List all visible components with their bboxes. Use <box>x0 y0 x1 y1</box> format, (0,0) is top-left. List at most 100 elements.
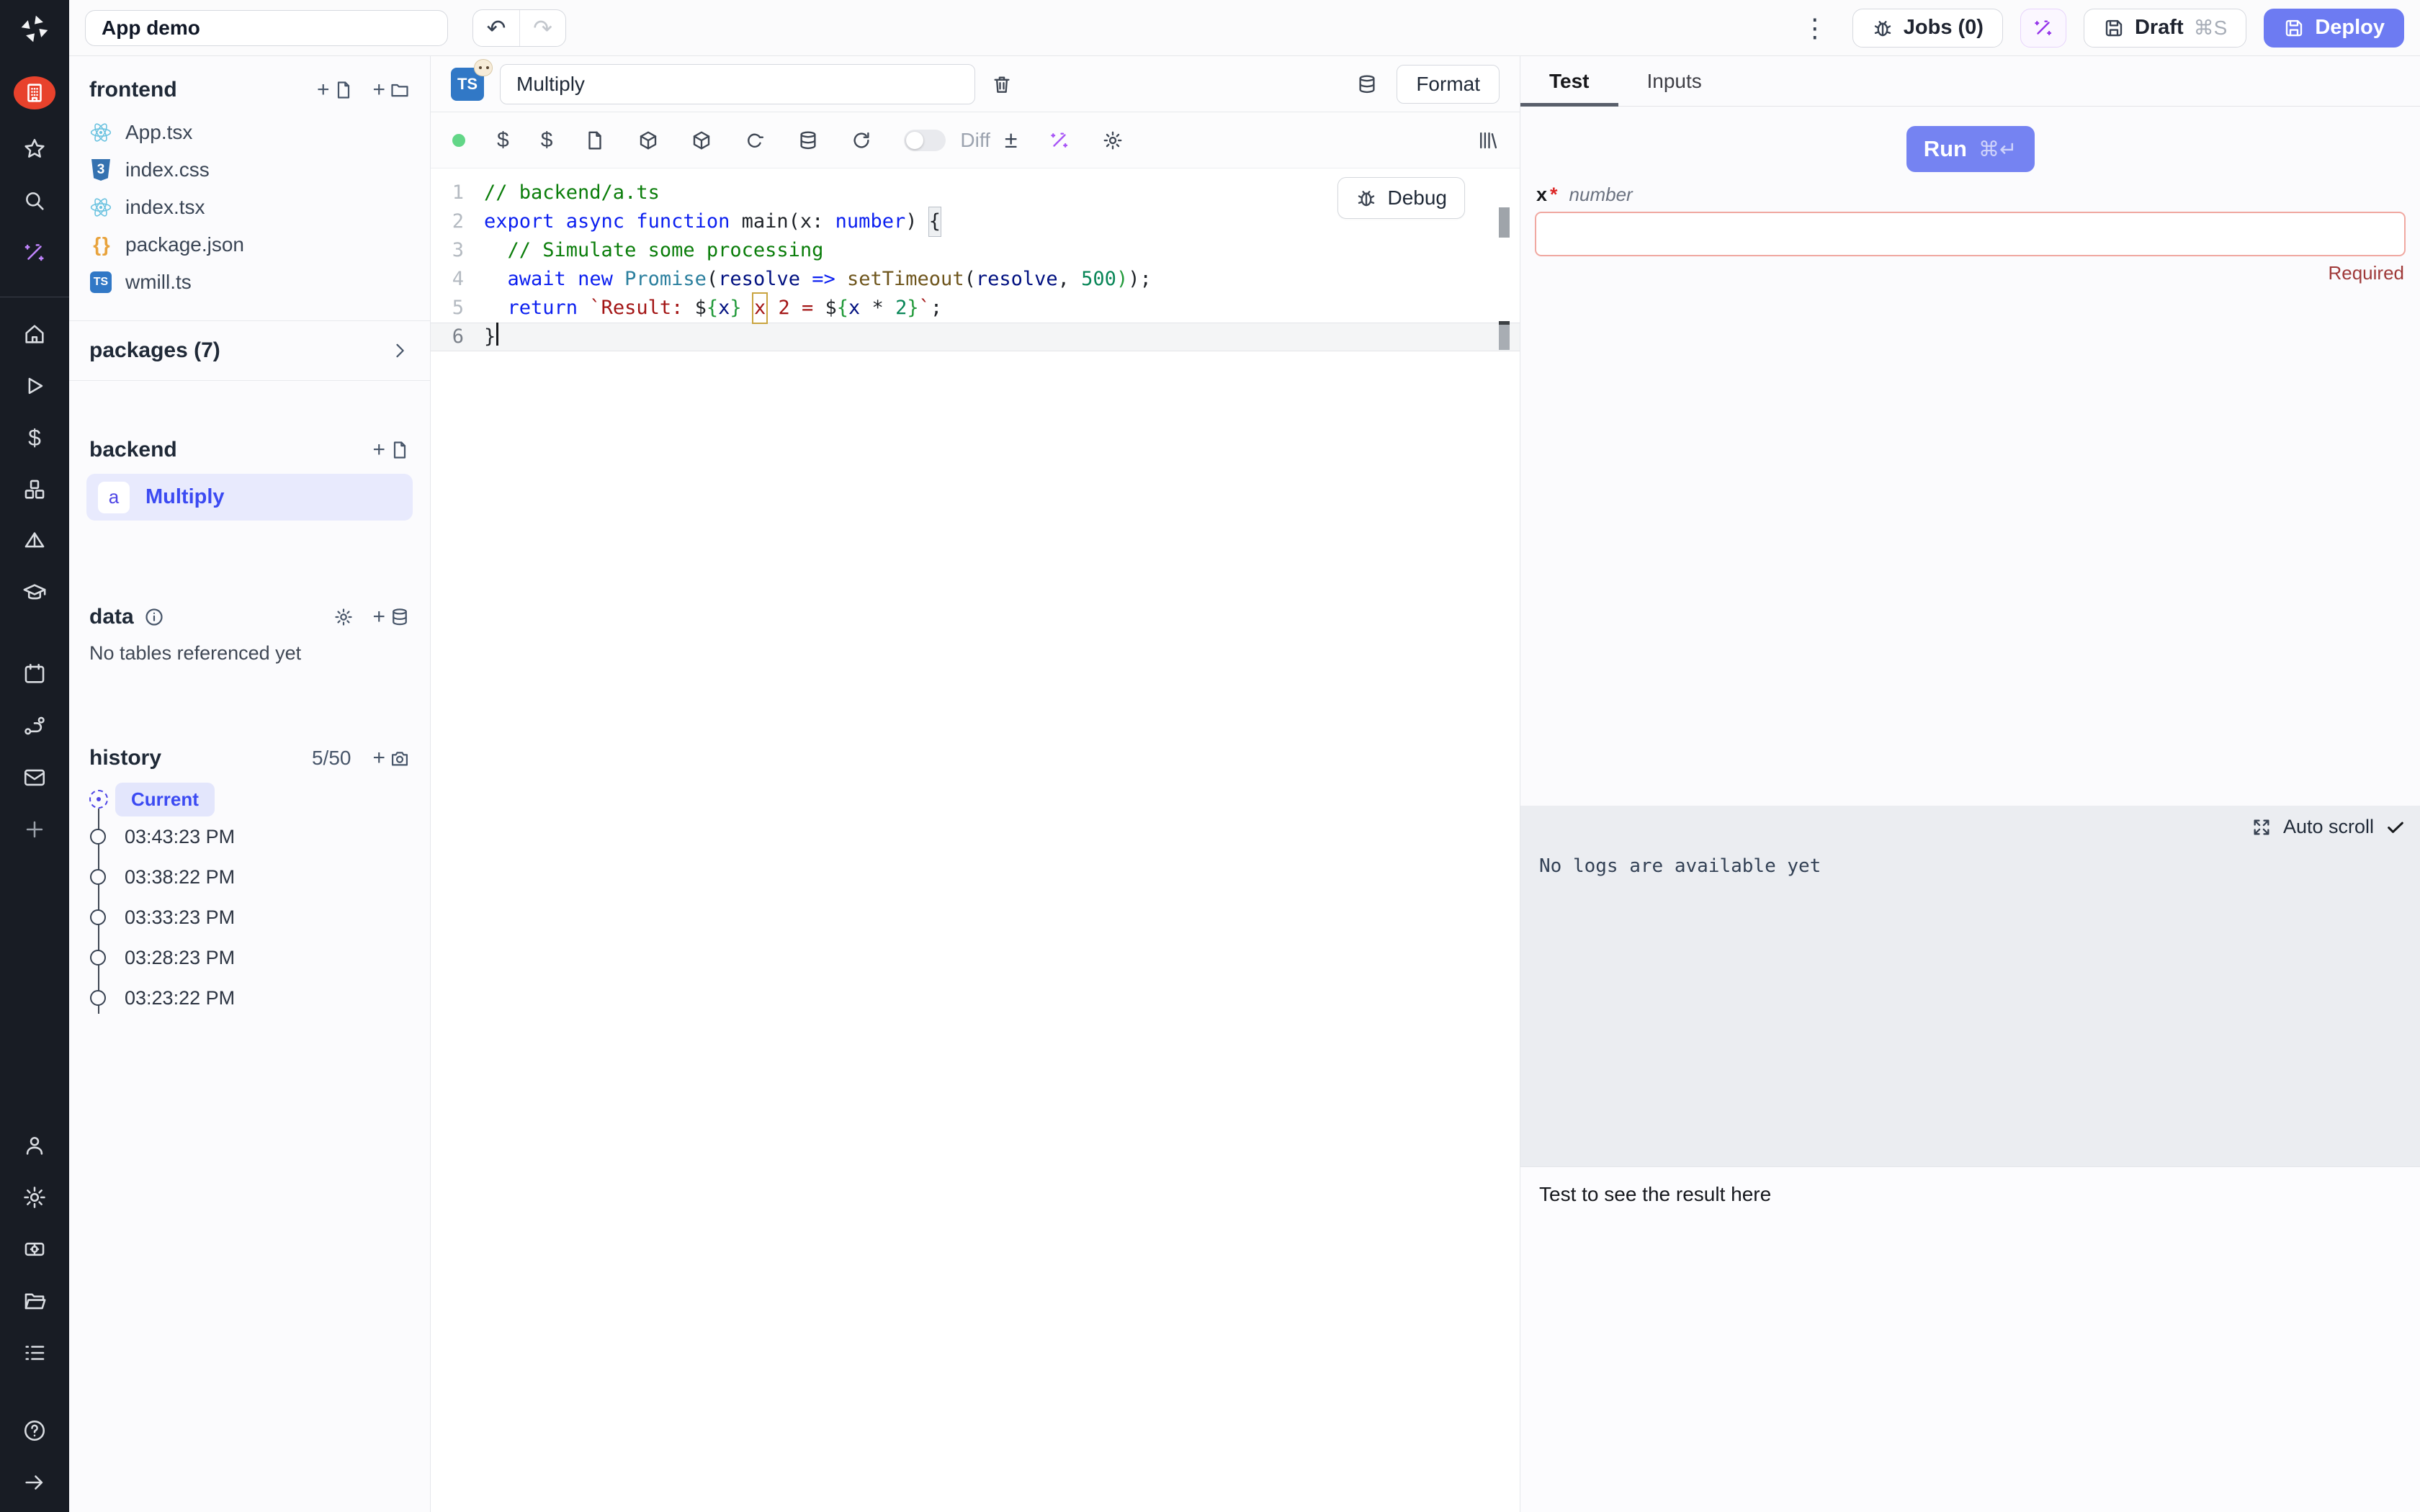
more-menu-icon[interactable]: ⋮ <box>1802 13 1828 43</box>
file-row-app-tsx[interactable]: App.tsx <box>69 114 430 151</box>
x-number-input[interactable] <box>1535 212 2406 256</box>
tab-inputs[interactable]: Inputs <box>1618 56 1731 106</box>
file-icon <box>333 80 354 100</box>
timeline-dot <box>90 829 106 845</box>
add-file-button[interactable]: + <box>317 78 354 102</box>
history-entry[interactable]: 03:33:23 PM <box>89 897 430 937</box>
add-plus-icon[interactable] <box>22 817 47 842</box>
settings-gear-icon[interactable] <box>22 1185 47 1210</box>
code-token <box>484 265 508 294</box>
ai-assistant-button[interactable] <box>2020 9 2066 48</box>
editor-scrollbar-thumb[interactable] <box>1499 207 1510 238</box>
workers-icon[interactable] <box>22 1237 47 1261</box>
react-icon <box>89 196 112 219</box>
format-button[interactable]: Format <box>1397 65 1500 104</box>
expand-rail-arrow-icon[interactable] <box>22 1470 47 1495</box>
file-row-index-css[interactable]: 3 index.css <box>69 151 430 189</box>
run-button[interactable]: Run ⌘↵ <box>1906 126 2035 172</box>
app-name-input[interactable] <box>85 10 448 46</box>
code-token: { <box>837 294 848 323</box>
schedules-calendar-icon[interactable] <box>22 662 47 686</box>
add-backend-script-button[interactable]: + <box>372 438 410 462</box>
mail-icon[interactable] <box>22 765 47 790</box>
plus-minus-icon[interactable]: ± <box>1005 127 1018 153</box>
history-current[interactable]: Current <box>115 783 215 816</box>
folders-icon[interactable] <box>22 1289 47 1313</box>
learn-cap-icon[interactable] <box>22 581 47 606</box>
script-name-input[interactable] <box>500 64 975 104</box>
jobs-button[interactable]: Jobs (0) <box>1852 9 2003 48</box>
ai-wand-icon[interactable] <box>1049 130 1070 151</box>
code-line[interactable]: 4 await new Promise(resolve => setTimeou… <box>431 265 1520 294</box>
logs-empty-message: No logs are available yet <box>1539 855 2420 877</box>
camera-icon <box>390 748 410 768</box>
resources-icon[interactable]: $ <box>541 128 553 153</box>
debug-button[interactable]: Debug <box>1337 177 1465 219</box>
undo-button[interactable]: ↶ <box>473 10 519 46</box>
tab-test[interactable]: Test <box>1520 56 1618 106</box>
editor-settings-gear-icon[interactable] <box>1102 130 1124 151</box>
autoscroll-check-icon[interactable] <box>2385 817 2406 837</box>
packages-row[interactable]: packages (7) <box>69 320 430 381</box>
file-icon[interactable] <box>584 130 606 151</box>
audit-list-icon[interactable] <box>22 1341 47 1365</box>
schema-database-icon[interactable] <box>1356 73 1378 95</box>
diff-toggle[interactable] <box>904 130 946 151</box>
save-icon <box>2103 17 2125 39</box>
script-name: Multiply <box>145 485 225 509</box>
backend-script-multiply[interactable]: a Multiply <box>86 474 413 521</box>
triggers-pyramid-icon[interactable] <box>22 529 47 554</box>
add-snapshot-button[interactable]: + <box>372 746 410 770</box>
favorites-star-icon[interactable] <box>22 137 47 161</box>
reload-c-icon[interactable] <box>744 130 766 151</box>
expand-logs-icon[interactable] <box>2251 817 2272 837</box>
search-icon[interactable] <box>22 189 47 213</box>
code-line[interactable]: 5 return `Result: ${x} x 2 = ${x * 2}`; <box>431 294 1520 323</box>
frontend-title: frontend <box>89 78 177 102</box>
add-table-button[interactable]: + <box>372 605 410 629</box>
library-icon[interactable] <box>1476 130 1498 151</box>
history-entry[interactable]: 03:38:22 PM <box>89 857 430 897</box>
windmill-logo-icon[interactable] <box>16 10 53 48</box>
resources-cubes-icon[interactable] <box>22 477 47 502</box>
home-icon[interactable] <box>22 322 47 346</box>
code-line[interactable]: 3 // Simulate some processing <box>431 236 1520 265</box>
refresh-icon[interactable] <box>851 130 872 151</box>
required-error: Required <box>1520 262 2404 284</box>
deploy-button[interactable]: Deploy <box>2264 9 2404 48</box>
variables-dollar-icon[interactable]: $ <box>28 426 41 450</box>
redo-button[interactable]: ↷ <box>519 10 565 46</box>
package-icon[interactable] <box>691 130 712 151</box>
history-entry[interactable]: 03:43:23 PM <box>89 816 430 857</box>
code-editor[interactable]: 1// backend/a.ts2export async function m… <box>431 168 1520 1512</box>
history-entry[interactable]: 03:23:22 PM <box>89 978 430 1018</box>
runs-play-icon[interactable] <box>22 374 47 398</box>
code-token: => <box>812 265 835 294</box>
frontend-file-list: App.tsx 3 index.css index.tsx { } packag… <box>69 114 430 301</box>
code-token: resolve <box>976 265 1058 294</box>
data-settings-gear-icon[interactable] <box>333 607 354 627</box>
package-icon[interactable] <box>637 130 659 151</box>
database-icon[interactable] <box>797 130 819 151</box>
draft-button[interactable]: Draft ⌘S <box>2084 9 2246 48</box>
file-row-index-tsx[interactable]: index.tsx <box>69 189 430 226</box>
ai-wand-icon[interactable] <box>22 240 47 265</box>
workspace-badge-icon[interactable] <box>14 76 55 109</box>
variables-icon[interactable]: $ <box>497 128 509 153</box>
code-line[interactable]: 6} <box>431 323 1520 351</box>
script-badge: a <box>98 482 130 513</box>
file-row-package-json[interactable]: { } package.json <box>69 226 430 264</box>
help-icon[interactable] <box>22 1418 47 1443</box>
history-count: 5/50 <box>312 747 351 770</box>
undo-redo-group: ↶ ↷ <box>472 9 566 47</box>
flows-route-icon[interactable] <box>22 714 47 738</box>
file-row-wmill-ts[interactable]: TS wmill.ts <box>69 264 430 301</box>
deploy-label: Deploy <box>2315 16 2385 40</box>
add-folder-button[interactable]: + <box>372 78 410 102</box>
code-token: } <box>730 294 741 323</box>
history-entry[interactable]: 03:28:23 PM <box>89 937 430 978</box>
user-icon[interactable] <box>22 1133 47 1158</box>
code-token: ( <box>707 265 718 294</box>
delete-script-button[interactable] <box>991 73 1013 95</box>
code-token: ` <box>919 294 931 323</box>
